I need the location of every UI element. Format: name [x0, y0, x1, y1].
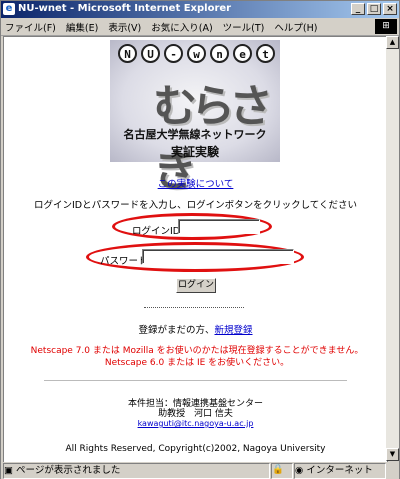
zone-text: インターネット [306, 465, 373, 476]
logo-title-line1: 名古屋大学無線ネットワーク [123, 128, 267, 141]
login-id-label: ログインID [132, 226, 181, 237]
password-input[interactable] [142, 249, 294, 264]
close-button[interactable]: × [383, 3, 397, 15]
lock-icon: 🔒 [271, 463, 293, 479]
scroll-up-icon[interactable]: ▲ [386, 36, 399, 49]
password-label: パスワード [100, 256, 148, 267]
register-line: 登録がまだの方、新規登録 [4, 322, 387, 336]
browser-warning: Netscape 7.0 または Mozilla をお使いのかたは現在登録するこ… [30, 346, 364, 368]
globe-icon: ◉ [295, 465, 304, 476]
ie-logo-icon: e [3, 3, 15, 15]
menu-file[interactable]: ファイル(F) [5, 20, 56, 34]
status-left: ▣ ページが表示されました [3, 463, 270, 479]
window-title: NU-wnet - Microsoft Internet Explorer [18, 3, 232, 14]
maximize-button[interactable]: □ [367, 3, 381, 15]
scroll-down-icon[interactable]: ▼ [386, 448, 399, 461]
login-id-input[interactable] [178, 219, 260, 234]
logo-title-line2: 実証実験 [170, 145, 219, 159]
copyright: All Rights Reserved, Copyright(c)2002, N… [65, 444, 326, 454]
minimize-button[interactable]: _ [351, 3, 365, 15]
menu-help[interactable]: ヘルプ(H) [274, 20, 317, 34]
register-text: 登録がまだの方、 [138, 325, 215, 336]
divider [144, 307, 244, 308]
status-zone: ◉ インターネット [294, 463, 386, 479]
contact-block: 本件担当：情報連携基盤センター 助教授 河口 信夫 kawaguti@itc.n… [4, 399, 387, 429]
logo-letter: n [210, 44, 229, 63]
contact-email-link[interactable]: kawaguti@itc.nagoya-u.ac.jp [4, 419, 387, 429]
windows-flag-icon: ⊞ [375, 19, 397, 34]
contact-department: 本件担当：情報連携基盤センター [127, 399, 263, 409]
vertical-scrollbar[interactable]: ▲ ▼ [386, 36, 399, 461]
divider [44, 380, 347, 381]
status-text: ページが表示されました [16, 465, 121, 476]
browser-window: e NU-wnet - Microsoft Internet Explorer … [0, 0, 400, 479]
logo-letter: w [187, 44, 206, 63]
menu-tools[interactable]: ツール(T) [223, 20, 265, 34]
logo-letter: t [256, 44, 275, 63]
menu-bar: ファイル(F) 編集(E) 表示(V) お気に入り(A) ツール(T) ヘルプ(… [1, 18, 399, 36]
about-experiment-link[interactable]: この実験について [4, 176, 387, 190]
register-link[interactable]: 新規登録 [215, 325, 253, 336]
status-bar: ▣ ページが表示されました 🔒 ◉ インターネット [1, 462, 399, 479]
title-bar: e NU-wnet - Microsoft Internet Explorer … [1, 1, 399, 18]
page-icon: ▣ [4, 465, 13, 476]
logo-letters: N U - w n e t [118, 44, 275, 63]
menu-view[interactable]: 表示(V) [108, 20, 141, 34]
login-button[interactable]: ログイン [176, 278, 216, 293]
login-instruction: ログインIDとパスワードを入力し、ログインボタンをクリックしてください [33, 200, 358, 211]
logo-letter: e [233, 44, 252, 63]
logo-letter: N [118, 44, 137, 63]
menu-favorites[interactable]: お気に入り(A) [151, 20, 212, 34]
page-content: N U - w n e t むらさき 名古屋大学無線ネットワーク 実証実験 この… [3, 36, 388, 463]
menu-edit[interactable]: 編集(E) [66, 20, 98, 34]
logo-letter: - [164, 44, 183, 63]
logo-letter: U [141, 44, 160, 63]
nu-wnet-logo: N U - w n e t むらさき 名古屋大学無線ネットワーク 実証実験 [110, 40, 280, 196]
contact-person: 助教授 河口 信夫 [158, 409, 233, 419]
